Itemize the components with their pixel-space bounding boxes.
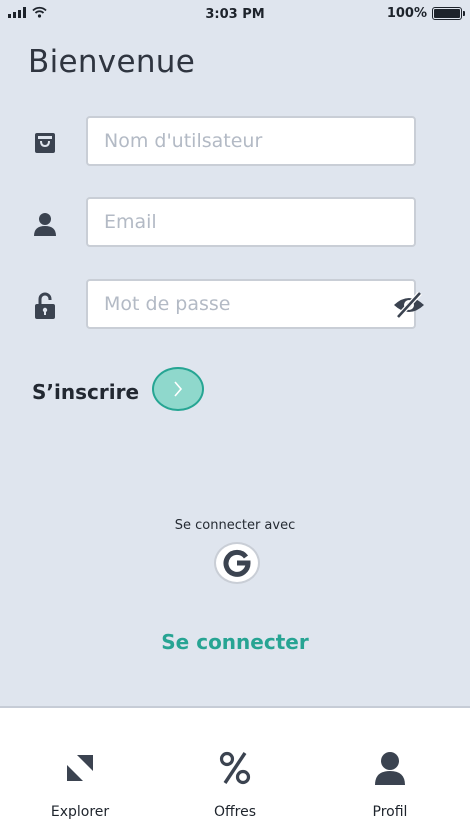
status-right: 100%	[386, 6, 465, 21]
password-input[interactable]	[86, 279, 416, 329]
tab-label-offres: Offres	[213, 804, 257, 820]
page-title: Bienvenue	[28, 44, 196, 80]
login-link[interactable]: Se connecter	[0, 630, 470, 654]
tab-label-profil: Profil	[372, 804, 408, 820]
connect-with-label: Se connecter avec	[174, 518, 296, 533]
tab-profil[interactable]: Profil	[312, 708, 468, 835]
signup-label[interactable]: S’inscrire	[32, 380, 139, 404]
profile-icon	[312, 748, 468, 788]
google-login-button[interactable]	[214, 542, 260, 584]
password-row	[28, 279, 424, 331]
eye-off-icon[interactable]	[392, 291, 426, 319]
chevron-right-icon	[174, 381, 183, 397]
email-row	[28, 197, 420, 249]
email-input[interactable]	[86, 197, 416, 247]
explore-icon	[2, 748, 158, 788]
status-bar: 3:03 PM 100%	[0, 0, 470, 32]
signup-button[interactable]	[152, 367, 204, 411]
battery-percent: 100%	[386, 6, 427, 21]
google-icon	[223, 549, 251, 577]
tab-label-explorer: Explorer	[50, 804, 110, 820]
tab-offres[interactable]: Offres	[157, 708, 313, 835]
unlock-icon	[28, 291, 62, 321]
battery-icon	[432, 7, 465, 20]
username-input[interactable]	[86, 116, 416, 166]
percent-icon	[157, 748, 313, 788]
user-icon	[28, 209, 62, 239]
tab-explorer[interactable]: Explorer	[2, 708, 158, 835]
tab-bar: Explorer Offres Profil	[0, 706, 470, 835]
username-row	[28, 116, 420, 168]
bag-icon	[28, 128, 62, 158]
